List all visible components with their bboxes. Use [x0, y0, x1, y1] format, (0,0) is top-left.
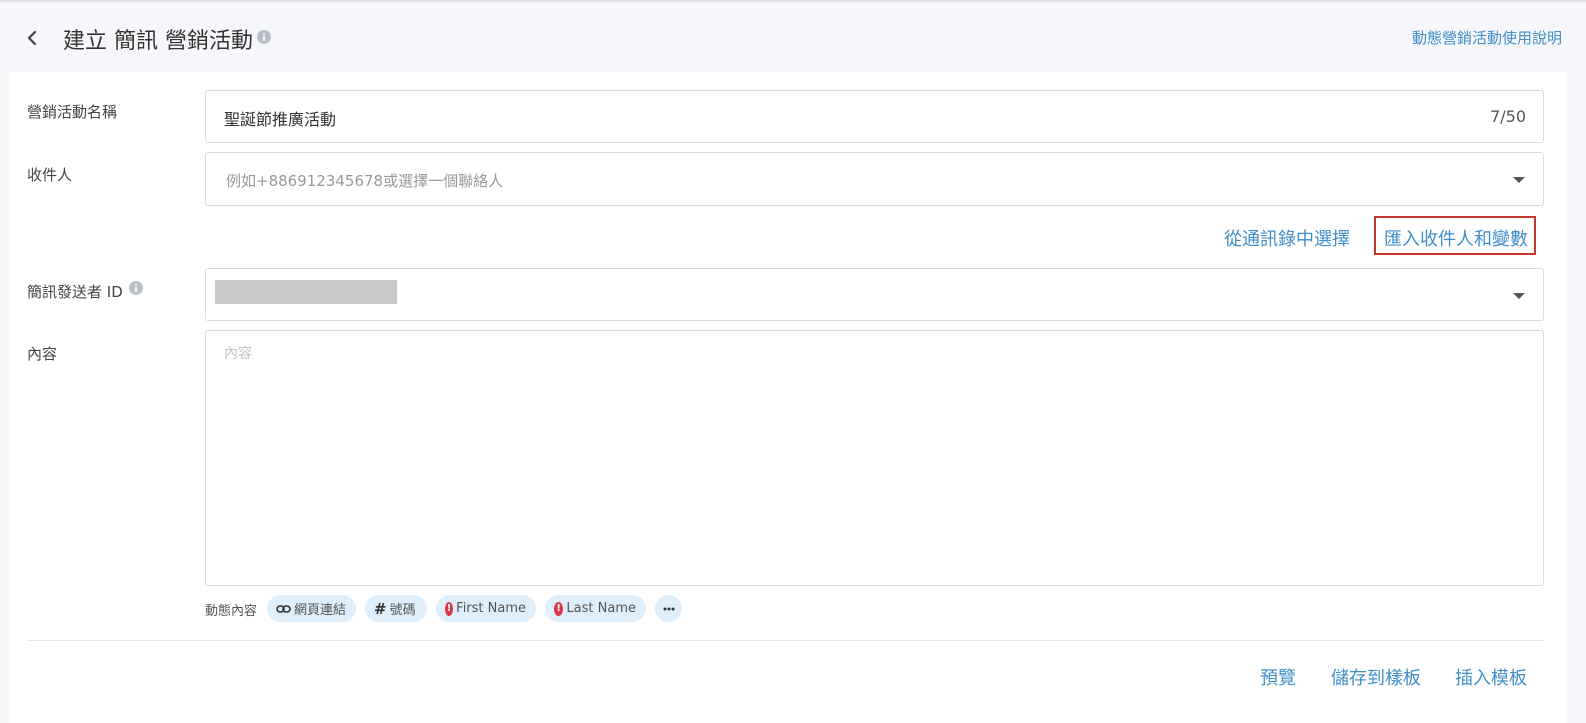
insert-template-button[interactable]: 插入模板 [1455, 664, 1527, 690]
info-icon[interactable] [129, 281, 143, 295]
content-label: 內容 [27, 345, 58, 363]
recipients-select[interactable]: 例如+886912345678或選擇一個聯絡人 [205, 152, 1544, 206]
back-button[interactable] [22, 26, 42, 50]
chip-label: First Name [456, 601, 526, 616]
save-template-button[interactable]: 儲存到樣板 [1331, 664, 1421, 690]
chip-label: 網頁連結 [293, 603, 346, 618]
help-link[interactable]: 動態營銷活動使用說明 [1412, 27, 1562, 48]
more-dots-icon [663, 607, 674, 610]
info-icon[interactable] [257, 30, 271, 44]
redacted-sender-id [215, 280, 397, 304]
sender-id-label: 簡訊發送者 ID [27, 283, 123, 301]
recipients-placeholder: 例如+886912345678或選擇一個聯絡人 [226, 172, 504, 190]
campaign-name-value: 聖誕節推廣活動 [224, 110, 337, 129]
chevron-left-icon [27, 30, 37, 46]
more-chips-button[interactable] [655, 595, 682, 622]
recipients-label: 收件人 [27, 166, 73, 184]
content-placeholder: 內容 [224, 346, 252, 362]
alert-icon: ! [554, 601, 564, 616]
caret-down-icon[interactable] [1513, 293, 1525, 299]
sender-id-select[interactable] [205, 268, 1544, 321]
char-counter: 7/50 [1490, 107, 1526, 126]
divider [27, 640, 1544, 641]
campaign-name-input[interactable]: 聖誕節推廣活動 7/50 [205, 90, 1544, 143]
content-textarea[interactable]: 內容 [205, 330, 1544, 586]
caret-down-icon[interactable] [1513, 177, 1525, 183]
dynamic-content-label: 動態內容 [205, 604, 258, 619]
import-recipients-link[interactable]: 匯入收件人和變數 [1384, 225, 1528, 251]
chip-label: Last Name [566, 601, 636, 616]
chip-number[interactable]: # 號碼 [365, 595, 427, 622]
choose-from-contacts-link[interactable]: 從通訊錄中選擇 [1224, 225, 1350, 251]
chip-last-name[interactable]: ! Last Name [545, 595, 646, 622]
page-title: 建立 簡訊 營銷活動 [63, 29, 253, 54]
link-icon [276, 604, 291, 613]
campaign-name-label: 營銷活動名稱 [27, 103, 118, 121]
chip-first-name[interactable]: ! First Name [436, 595, 536, 622]
page-header: 建立 簡訊 營銷活動 動態營銷活動使用說明 [0, 2, 1586, 72]
hash-icon: # [374, 599, 387, 618]
chip-web-link[interactable]: 網頁連結 [267, 595, 356, 622]
alert-icon: ! [445, 601, 454, 616]
chip-label: 號碼 [389, 603, 416, 618]
preview-button[interactable]: 預覽 [1260, 664, 1296, 690]
